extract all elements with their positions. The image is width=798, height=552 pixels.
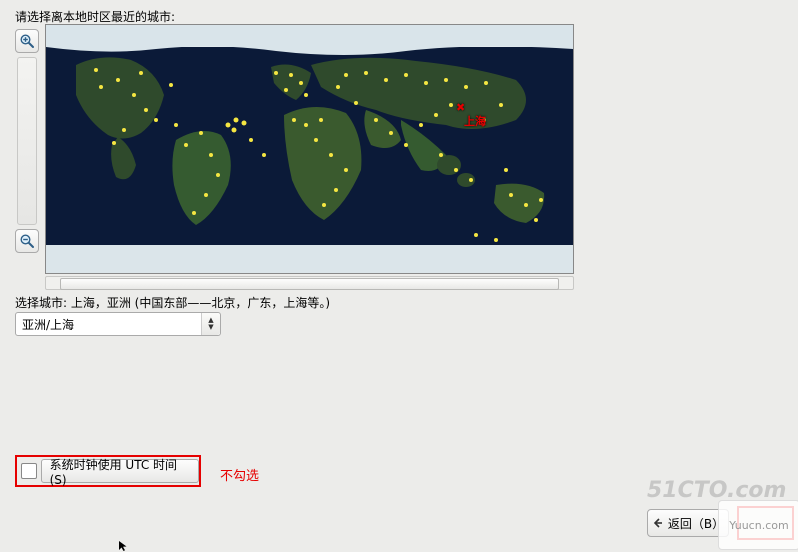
mouse-cursor-icon [118, 540, 130, 552]
world-map[interactable]: ✖ 上海 [45, 24, 574, 274]
zoom-in-icon [19, 33, 35, 49]
selected-city-text: 选择城市: 上海，亚洲 (中国东部——北京，广东，上海等。) [15, 294, 330, 311]
watermark-51cto: 51CTO.com [647, 478, 786, 503]
utc-highlight-box: 系统时钟使用 UTC 时间(S) [15, 455, 201, 487]
zoom-out-icon [19, 233, 35, 249]
world-map-svg [46, 25, 573, 273]
zoom-slider-track[interactable] [17, 57, 37, 225]
utc-checkbox[interactable] [21, 463, 37, 479]
map-area: ✖ 上海 [15, 24, 576, 288]
timezone-select[interactable]: 亚洲/上海 ▲ ▼ [15, 312, 221, 336]
chevron-down-icon: ▼ [208, 324, 213, 331]
next-button-highlight [737, 506, 794, 540]
map-horizontal-scrollbar[interactable] [45, 276, 574, 290]
utc-label: 系统时钟使用 UTC 时间(S) [50, 456, 190, 487]
timezone-value: 亚洲/上海 [22, 316, 74, 333]
zoom-out-button[interactable] [15, 229, 39, 253]
selected-city-label: 上海 [464, 113, 486, 129]
zoom-in-button[interactable] [15, 29, 39, 53]
prompt-label: 请选择离本地时区最近的城市: [15, 8, 175, 25]
annotation-text: 不勾选 [220, 465, 259, 484]
scrollbar-thumb[interactable] [60, 278, 559, 290]
utc-checkbox-label-button[interactable]: 系统时钟使用 UTC 时间(S) [41, 459, 199, 483]
back-button[interactable]: 返回（B） [647, 509, 729, 537]
select-spinner[interactable]: ▲ ▼ [201, 313, 220, 335]
back-button-label: 返回（B） [668, 515, 724, 532]
arrow-left-icon [652, 517, 664, 529]
